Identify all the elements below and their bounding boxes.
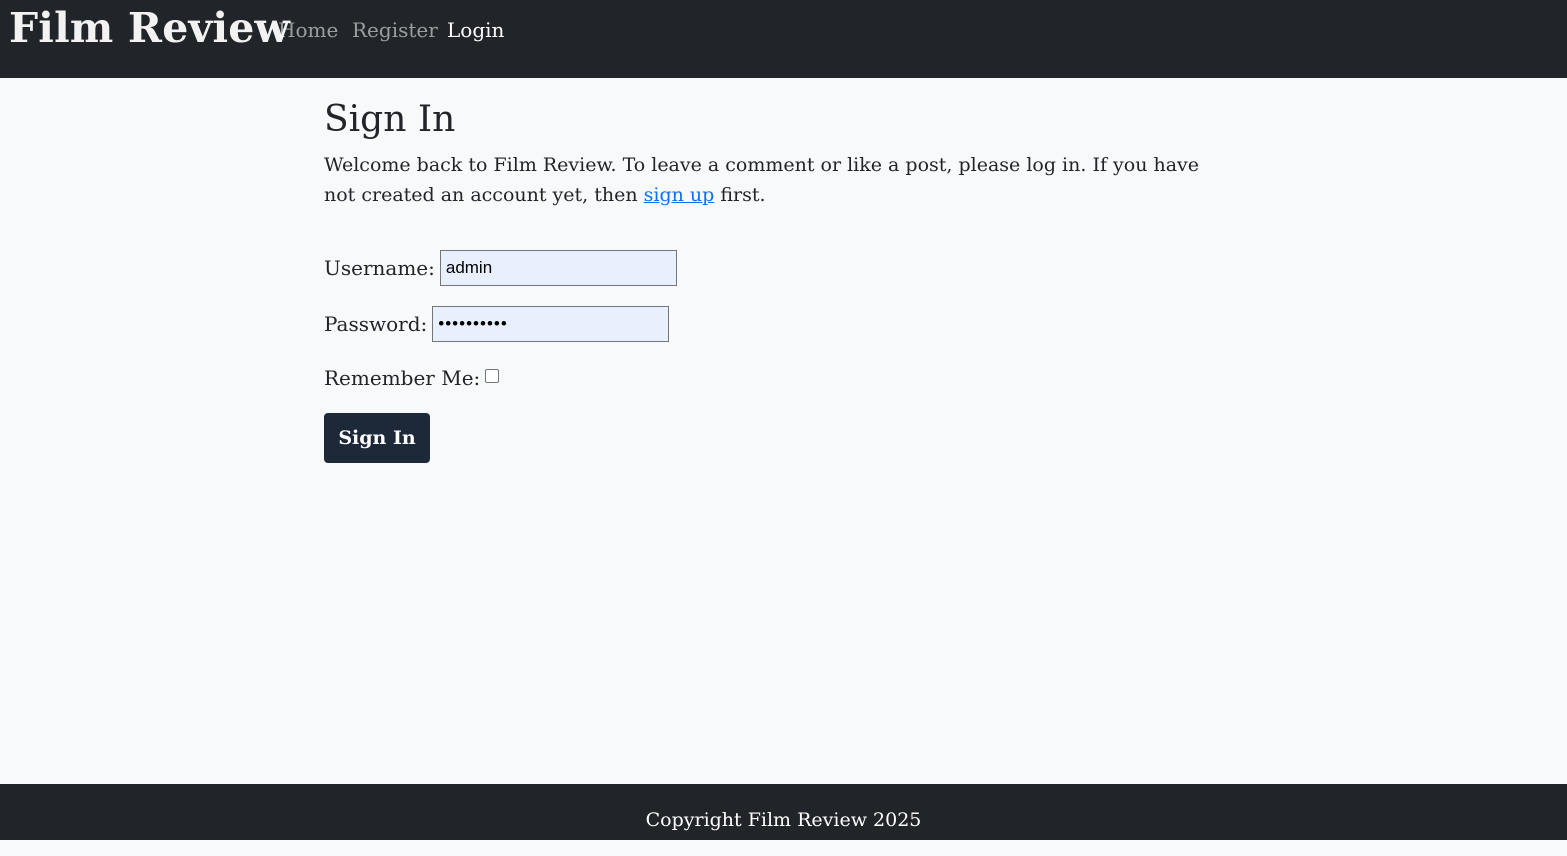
remember-me-label: Remember Me:: [324, 366, 481, 390]
password-label: Password:: [324, 312, 428, 336]
remember-me-checkbox[interactable]: [485, 369, 500, 383]
signin-content: Sign In Welcome back to Film Review. To …: [324, 96, 1234, 210]
remember-row: Remember Me:: [324, 366, 500, 390]
nav-link-register[interactable]: Register: [352, 18, 438, 42]
page-footer: Copyright Film Review 2025: [0, 784, 1567, 840]
intro-paragraph: Welcome back to Film Review. To leave a …: [324, 150, 1234, 210]
sign-in-button[interactable]: Sign In: [324, 413, 430, 463]
username-input[interactable]: [439, 250, 677, 286]
password-row: Password:: [324, 306, 670, 342]
username-label: Username:: [324, 256, 435, 280]
nav-link-login[interactable]: Login: [447, 18, 504, 42]
nav-link-home[interactable]: Home: [278, 18, 338, 42]
top-navbar: Film Review Home Register Login: [0, 0, 1567, 78]
brand-logo-link[interactable]: Film Review: [9, 4, 290, 52]
copyright-text: Copyright Film Review 2025: [645, 809, 922, 831]
page-title: Sign In: [324, 99, 456, 140]
password-input[interactable]: [432, 306, 670, 342]
signup-link[interactable]: sign up: [644, 184, 715, 206]
intro-text-end: first.: [714, 184, 766, 206]
username-row: Username:: [324, 250, 677, 286]
